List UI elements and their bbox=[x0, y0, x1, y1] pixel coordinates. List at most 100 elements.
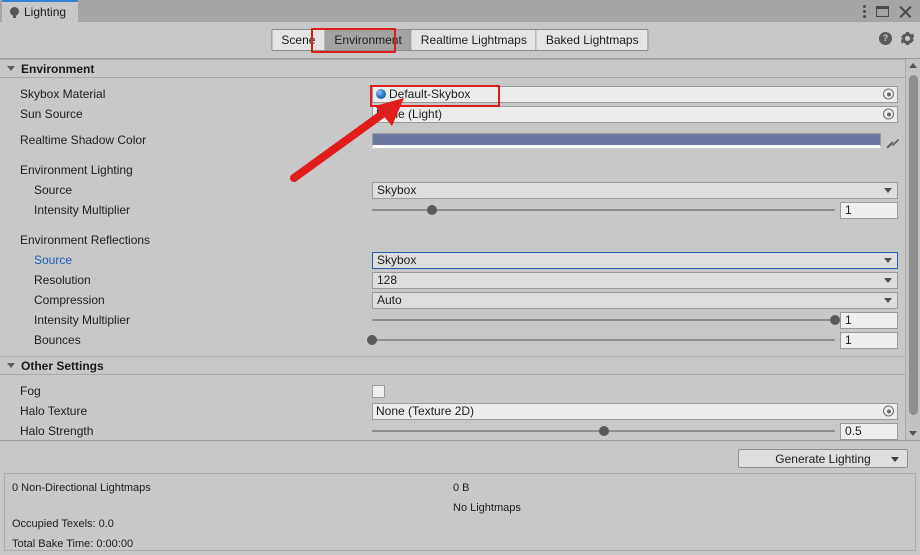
env-lighting-intensity-value[interactable]: 1 bbox=[840, 201, 898, 219]
row-env-reflections-source: Source Skybox bbox=[0, 250, 920, 270]
env-lighting-source-dropdown[interactable]: Skybox bbox=[372, 181, 898, 199]
slider-track bbox=[372, 209, 835, 211]
chevron-down-icon bbox=[884, 298, 892, 303]
stat-no-lightmaps: No Lightmaps bbox=[453, 502, 521, 514]
scrollbar-thumb[interactable] bbox=[909, 75, 918, 415]
env-lighting-source-value: Skybox bbox=[377, 183, 417, 197]
slider-knob[interactable] bbox=[598, 426, 609, 436]
env-reflections-compression-dropdown[interactable]: Auto bbox=[372, 291, 898, 309]
footer-panel: Generate Lighting 0 Non-Directional Ligh… bbox=[0, 440, 920, 555]
chevron-down-icon[interactable] bbox=[891, 456, 899, 462]
env-reflections-resolution-value: 128 bbox=[377, 273, 398, 287]
row-environment-lighting-group: Environment Lighting bbox=[0, 160, 920, 180]
fog-label: Fog bbox=[20, 384, 41, 398]
scroll-down-arrow-icon[interactable] bbox=[906, 427, 920, 440]
sun-source-label: Sun Source bbox=[20, 107, 83, 121]
object-picker-icon[interactable] bbox=[883, 108, 894, 120]
env-reflections-intensity-label: Intensity Multiplier bbox=[34, 313, 131, 327]
env-reflections-resolution-dropdown[interactable]: 128 bbox=[372, 271, 898, 289]
row-realtime-shadow-color: Realtime Shadow Color bbox=[0, 130, 920, 150]
maximize-icon[interactable] bbox=[876, 5, 889, 17]
lightmap-stats-panel: 0 Non-Directional Lightmaps Occupied Tex… bbox=[4, 473, 916, 551]
env-reflections-compression-label: Compression bbox=[34, 293, 105, 307]
sun-source-value: None (Light) bbox=[376, 107, 443, 121]
env-reflections-bounces-slider[interactable] bbox=[367, 333, 835, 347]
slider-knob[interactable] bbox=[367, 335, 377, 345]
eyedropper-icon[interactable] bbox=[885, 133, 898, 147]
realtime-shadow-color-swatch[interactable] bbox=[372, 132, 881, 148]
halo-texture-label: Halo Texture bbox=[20, 404, 88, 418]
slider-knob[interactable] bbox=[830, 315, 840, 325]
row-env-reflections-resolution: Resolution 128 bbox=[0, 270, 920, 290]
env-reflections-bounces-label: Bounces bbox=[34, 333, 81, 347]
row-halo-texture: Halo Texture None (Texture 2D) bbox=[0, 401, 920, 421]
skybox-material-value: Default-Skybox bbox=[389, 87, 471, 101]
env-reflections-intensity-value[interactable]: 1 bbox=[840, 311, 898, 329]
slider-knob[interactable] bbox=[427, 205, 438, 215]
stat-size: 0 B bbox=[453, 482, 470, 494]
tab-realtime-lightmaps[interactable]: Realtime Lightmaps bbox=[411, 30, 537, 50]
vertical-scrollbar[interactable] bbox=[905, 59, 920, 440]
env-reflections-intensity-slider[interactable] bbox=[372, 313, 840, 327]
window-tab-lighting[interactable]: Lighting bbox=[2, 0, 79, 22]
halo-strength-slider[interactable] bbox=[372, 424, 835, 438]
object-picker-icon[interactable] bbox=[883, 88, 894, 100]
close-icon[interactable] bbox=[899, 5, 912, 18]
tab-scene[interactable]: Scene bbox=[272, 30, 326, 50]
row-halo-strength: Halo Strength 0.5 bbox=[0, 421, 920, 440]
window-controls bbox=[863, 0, 916, 22]
scroll-up-arrow-icon[interactable] bbox=[906, 59, 920, 72]
kebab-menu-icon[interactable] bbox=[863, 4, 866, 18]
object-picker-icon[interactable] bbox=[883, 405, 894, 417]
row-env-lighting-intensity: Intensity Multiplier 1 bbox=[0, 200, 920, 220]
generate-lighting-button[interactable]: Generate Lighting bbox=[738, 449, 908, 468]
env-reflections-source-label: Source bbox=[34, 253, 73, 267]
slider-track bbox=[372, 319, 835, 321]
section-header-other-settings-label: Other Settings bbox=[21, 358, 104, 373]
generate-lighting-label: Generate Lighting bbox=[775, 451, 871, 466]
stat-occupied-texels: Occupied Texels: 0.0 bbox=[12, 518, 114, 530]
env-lighting-intensity-label: Intensity Multiplier bbox=[34, 203, 131, 217]
row-env-reflections-intensity: Intensity Multiplier 1 bbox=[0, 310, 920, 330]
env-reflections-compression-value: Auto bbox=[377, 293, 402, 307]
environment-lighting-label: Environment Lighting bbox=[20, 163, 133, 177]
row-env-reflections-compression: Compression Auto bbox=[0, 290, 920, 310]
row-sun-source: Sun Source None (Light) bbox=[0, 104, 920, 124]
window-titlebar: Lighting bbox=[0, 0, 920, 22]
env-lighting-source-label: Source bbox=[34, 183, 73, 197]
stat-total-bake-time: Total Bake Time: 0:00:00 bbox=[12, 538, 134, 550]
row-skybox-material: Skybox Material Default-Skybox bbox=[0, 84, 920, 104]
skybox-material-label: Skybox Material bbox=[20, 87, 106, 101]
section-header-environment[interactable]: Environment bbox=[0, 59, 920, 78]
row-environment-reflections-group: Environment Reflections bbox=[0, 230, 920, 250]
skybox-material-field[interactable]: Default-Skybox bbox=[372, 85, 898, 103]
halo-strength-label: Halo Strength bbox=[20, 424, 94, 438]
tab-baked-lightmaps[interactable]: Baked Lightmaps bbox=[536, 30, 648, 50]
sun-source-field[interactable]: None (Light) bbox=[372, 105, 898, 123]
slider-track bbox=[372, 339, 835, 341]
mode-tab-group: Scene Environment Realtime Lightmaps Bak… bbox=[271, 29, 649, 51]
lighting-window: Lighting Scene Environment Realtime Ligh… bbox=[0, 0, 920, 555]
realtime-shadow-color-label: Realtime Shadow Color bbox=[20, 133, 147, 147]
halo-texture-value: None (Texture 2D) bbox=[376, 404, 475, 418]
chevron-down-icon bbox=[884, 278, 892, 283]
env-lighting-intensity-slider[interactable] bbox=[372, 203, 835, 217]
halo-texture-field[interactable]: None (Texture 2D) bbox=[372, 402, 898, 420]
env-reflections-source-dropdown[interactable]: Skybox bbox=[372, 251, 898, 269]
section-header-environment-label: Environment bbox=[21, 61, 95, 76]
halo-strength-value[interactable]: 0.5 bbox=[840, 422, 898, 440]
section-header-other-settings[interactable]: Other Settings bbox=[0, 356, 920, 375]
stat-non-directional-lightmaps: 0 Non-Directional Lightmaps bbox=[12, 482, 151, 494]
gear-icon[interactable] bbox=[901, 32, 914, 45]
lighting-toolbar: Scene Environment Realtime Lightmaps Bak… bbox=[0, 22, 920, 59]
env-reflections-bounces-value[interactable]: 1 bbox=[840, 331, 898, 349]
tab-environment[interactable]: Environment bbox=[325, 30, 412, 50]
fog-checkbox[interactable] bbox=[372, 384, 385, 398]
row-env-lighting-source: Source Skybox bbox=[0, 180, 920, 200]
lightbulb-icon bbox=[10, 6, 19, 18]
help-icon[interactable]: ? bbox=[879, 32, 892, 45]
row-fog: Fog bbox=[0, 381, 920, 401]
chevron-down-icon bbox=[884, 258, 892, 263]
row-env-reflections-bounces: Bounces 1 bbox=[0, 330, 920, 350]
chevron-down-icon bbox=[884, 188, 892, 193]
